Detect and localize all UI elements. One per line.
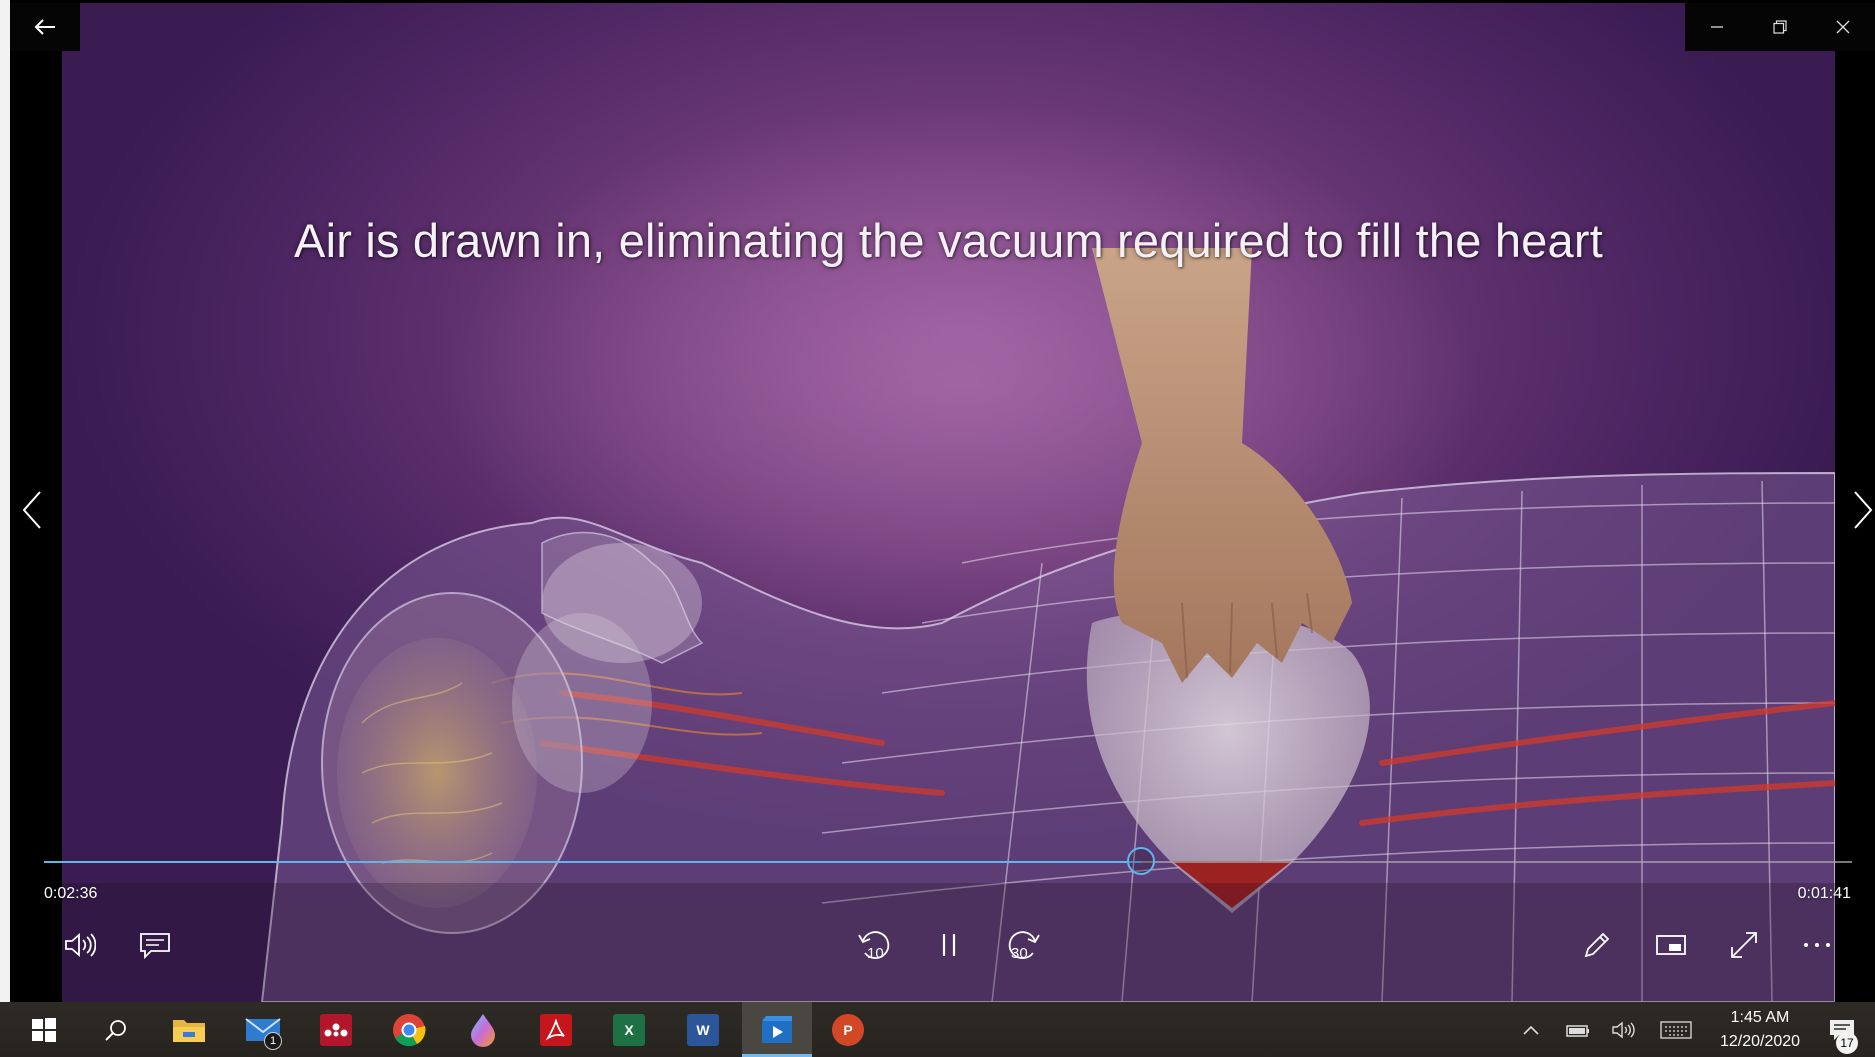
taskbar-excel[interactable]: X (598, 1002, 660, 1057)
taskbar-word[interactable]: W (672, 1002, 734, 1057)
mail-badge: 1 (264, 1032, 282, 1050)
video-player-icon (762, 1015, 792, 1043)
taskbar-chrome[interactable] (378, 1002, 440, 1057)
keyboard-icon (1660, 1020, 1692, 1039)
taskbar: 1 X W P 1:45 AM 12/20/2020 17 (0, 1002, 1875, 1057)
video-player-window: Air is drawn in, eliminating the vacuum … (0, 0, 1875, 1002)
speaker-icon (1612, 1021, 1635, 1038)
chevron-up-icon (1523, 1025, 1539, 1035)
close-button[interactable] (1811, 3, 1874, 51)
skip-forward-label: 30 (1011, 945, 1028, 962)
show-hidden-icons-button[interactable] (1513, 1002, 1549, 1057)
notification-count-badge: 17 (1836, 1032, 1858, 1054)
fullscreen-icon (1731, 932, 1757, 958)
acrobat-icon (540, 1013, 572, 1046)
word-icon: W (687, 1013, 719, 1046)
taskbar-search-button[interactable] (85, 1002, 147, 1057)
back-button[interactable] (10, 3, 80, 51)
chrome-icon (393, 1013, 426, 1046)
clock-date: 12/20/2020 (1719, 1033, 1801, 1050)
video-surface[interactable]: Air is drawn in, eliminating the vacuum … (10, 3, 1875, 1002)
seek-progress (44, 861, 1142, 863)
video-frame: Air is drawn in, eliminating the vacuum … (62, 3, 1835, 1002)
taskbar-mail[interactable]: 1 (232, 1002, 294, 1057)
minimize-icon (1710, 26, 1723, 28)
search-icon (105, 1019, 126, 1041)
skip-back-button[interactable]: 10 (853, 923, 897, 967)
taskbar-clock[interactable]: 1:45 AM 12/20/2020 (1700, 1006, 1820, 1054)
restore-icon (1772, 20, 1787, 34)
restore-button[interactable] (1748, 3, 1811, 51)
skip-forward-button[interactable]: 30 (1001, 923, 1045, 967)
taskbar-paint[interactable] (452, 1002, 514, 1057)
touch-keyboard-button[interactable] (1656, 1002, 1696, 1057)
window-edge (0, 0, 10, 1002)
taskbar-mendeley[interactable] (305, 1002, 367, 1057)
subtitles-icon (140, 933, 170, 959)
video-caption: Air is drawn in, eliminating the vacuum … (294, 214, 1603, 267)
start-button[interactable] (13, 1002, 75, 1057)
time-elapsed: 0:02:36 (44, 885, 98, 902)
taskbar-file-explorer[interactable] (158, 1002, 220, 1057)
mini-view-icon (1656, 935, 1686, 955)
taskbar-acrobat[interactable] (525, 1002, 587, 1057)
volume-icon (65, 933, 96, 957)
volume-button[interactable] (58, 923, 102, 967)
clock-time: 1:45 AM (1730, 1009, 1790, 1026)
windows-logo-icon (32, 1017, 56, 1042)
next-video-button[interactable] (1843, 480, 1875, 540)
pencil-icon (1584, 932, 1610, 958)
window-controls (1685, 3, 1875, 51)
powerpoint-icon: P (832, 1013, 864, 1046)
taskbar-powerpoint[interactable]: P (817, 1002, 879, 1057)
more-options-button[interactable] (1795, 923, 1839, 967)
minimize-button[interactable] (1685, 3, 1748, 51)
seek-bar[interactable] (44, 847, 1852, 875)
previous-video-button[interactable] (12, 480, 52, 540)
taskbar-movies-tv[interactable] (742, 1002, 812, 1057)
close-icon (1836, 20, 1849, 34)
cpr-animation-illustration (62, 103, 1835, 1002)
pause-icon (942, 934, 956, 956)
subtitles-button[interactable] (133, 923, 177, 967)
paint-drop-icon (471, 1013, 495, 1047)
mendeley-icon (320, 1013, 352, 1046)
skip-back-label: 10 (867, 945, 884, 962)
edit-button[interactable] (1575, 923, 1619, 967)
chevron-right-icon (1854, 491, 1873, 529)
system-volume-button[interactable] (1606, 1002, 1642, 1057)
folder-icon (173, 1019, 205, 1042)
battery-icon (1566, 1024, 1589, 1037)
pause-button[interactable] (927, 923, 971, 967)
mini-view-button[interactable] (1649, 923, 1693, 967)
chevron-left-icon (22, 491, 41, 529)
battery-button[interactable] (1560, 1002, 1596, 1057)
more-icon (1804, 943, 1830, 947)
back-arrow-icon (34, 19, 55, 35)
excel-icon: X (613, 1013, 645, 1046)
time-remaining: 0:01:41 (1797, 885, 1851, 902)
fullscreen-button[interactable] (1722, 923, 1766, 967)
